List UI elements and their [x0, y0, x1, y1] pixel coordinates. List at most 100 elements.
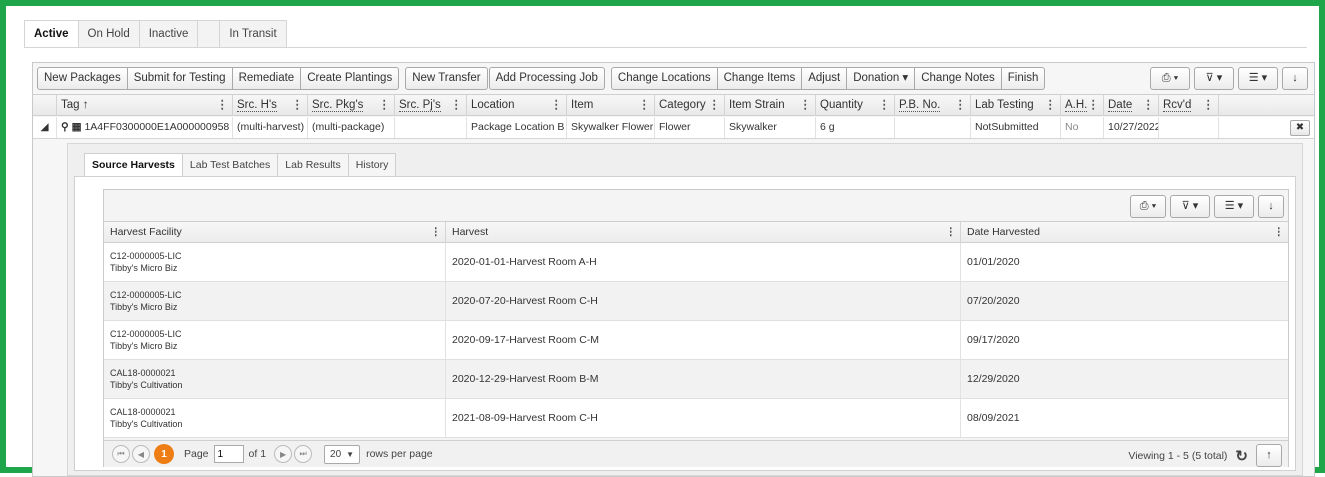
table-row[interactable]: C12-0000005-LIC Tibby's Micro Biz 2020-0…	[104, 321, 1288, 360]
column-header-src-packages[interactable]: Src. Pkg's ⋮	[308, 95, 395, 116]
tab-lab-test-batches[interactable]: Lab Test Batches	[182, 153, 279, 177]
tab-blank[interactable]	[198, 20, 221, 48]
column-header-item-strain[interactable]: Item Strain ⋮	[725, 95, 816, 116]
columns-icon[interactable]: ☰ ▾	[1238, 67, 1278, 90]
location-cell: Package Location B	[467, 117, 567, 138]
column-menu-icon[interactable]: ⋮	[1143, 95, 1155, 115]
upload-icon[interactable]: ↑	[1256, 444, 1282, 467]
column-menu-icon[interactable]: ⋮	[379, 95, 391, 115]
date-cell: 10/27/2022	[1104, 117, 1159, 138]
submit-for-testing-button[interactable]: Submit for Testing	[127, 67, 233, 90]
column-header-item[interactable]: Item ⋮	[567, 95, 655, 116]
new-transfer-button[interactable]: New Transfer	[405, 67, 488, 90]
column-menu-icon[interactable]: ⋮	[217, 95, 229, 115]
tab-history[interactable]: History	[348, 153, 397, 177]
rows-per-page-label: rows per page	[366, 448, 433, 460]
column-menu-icon[interactable]: ⋮	[292, 95, 304, 115]
source-harvests-grid: ⎙ ▾ ⊽ ▾ ☰ ▾ ↓ Harvest Facility ⋮ Harvest ⋮…	[103, 189, 1289, 467]
tab-lab-results[interactable]: Lab Results	[278, 153, 349, 177]
date-harvested-cell: 09/17/2020	[967, 334, 1020, 346]
columns-icon[interactable]: ☰ ▾	[1214, 195, 1254, 218]
column-menu-icon[interactable]: ⋮	[1045, 95, 1057, 115]
prev-page-icon[interactable]: ◀	[132, 445, 150, 463]
actions-toolbar: New Packages Submit for Testing Remediat…	[37, 67, 1046, 90]
inner-grid-body: C12-0000005-LIC Tibby's Micro Biz 2020-0…	[104, 243, 1288, 438]
table-row[interactable]: C12-0000005-LIC Tibby's Micro Biz 2020-0…	[104, 282, 1288, 321]
donation-dropdown-button[interactable]: Donation ▾	[847, 67, 916, 90]
close-icon[interactable]: ✖	[1290, 120, 1310, 136]
column-menu-icon[interactable]: ⋮	[1274, 222, 1285, 242]
filter-icon[interactable]: ⊽ ▾	[1170, 195, 1210, 218]
harvest-cell: 2020-12-29-Harvest Room B-M	[446, 360, 961, 398]
column-header-src-projects[interactable]: Src. Pj's ⋮	[395, 95, 467, 116]
first-page-icon[interactable]: ⏮	[112, 445, 130, 463]
tab-in-transit[interactable]: In Transit	[220, 20, 287, 48]
column-menu-icon[interactable]: ⋮	[955, 95, 967, 115]
filter-icon[interactable]: ⊽ ▾	[1194, 67, 1234, 90]
column-header-harvest-facility[interactable]: Harvest Facility ⋮	[104, 222, 446, 243]
change-notes-button[interactable]: Change Notes	[915, 67, 1002, 90]
column-menu-icon[interactable]: ⋮	[1203, 95, 1215, 115]
tab-on-hold[interactable]: On Hold	[78, 20, 140, 48]
tabs-divider	[24, 47, 1307, 48]
column-header-lab-testing[interactable]: Lab Testing ⋮	[971, 95, 1061, 116]
column-menu-icon[interactable]: ⋮	[431, 222, 442, 242]
package-tag: 1A4FF0300000E1A000000958	[84, 121, 230, 133]
column-header-date-harvested[interactable]: Date Harvested ⋮	[961, 222, 1288, 243]
table-row[interactable]: CAL18-0000021 Tibby's Cultivation 2021-0…	[104, 399, 1288, 438]
create-plantings-button[interactable]: Create Plantings	[301, 67, 400, 90]
column-header-tag[interactable]: Tag ↑ ⋮	[57, 95, 233, 116]
tab-source-harvests[interactable]: Source Harvests	[84, 153, 183, 177]
pager-right: Viewing 1 - 5 (5 total) ↻ ↑	[1128, 444, 1282, 467]
pagination-bar: ⏮ ◀ 1 Page of 1 ▶ ⏭ 20 ▼ rows per page	[104, 440, 1288, 467]
download-icon[interactable]: ↓	[1258, 195, 1284, 218]
column-menu-icon[interactable]: ⋮	[800, 95, 812, 115]
table-row[interactable]: ◢ ⚲ ▦ 1A4FF0300000E1A000000958 (multi-ha…	[33, 117, 1314, 139]
search-icon[interactable]: ⚲	[61, 121, 69, 133]
src-harvests-cell: (multi-harvest)	[233, 117, 308, 138]
column-header-pb-no[interactable]: P.B. No. ⋮	[895, 95, 971, 116]
printer-icon[interactable]: ⎙ ▾	[1130, 195, 1166, 218]
chevron-down-icon: ▼	[346, 449, 355, 459]
detail-tabs: Source Harvests Lab Test Batches Lab Res…	[84, 153, 397, 177]
column-header-harvest[interactable]: Harvest ⋮	[446, 222, 961, 243]
column-menu-icon[interactable]: ⋮	[946, 222, 957, 242]
column-menu-icon[interactable]: ⋮	[551, 95, 563, 115]
tab-active[interactable]: Active	[24, 20, 79, 48]
table-row[interactable]: CAL18-0000021 Tibby's Cultivation 2020-1…	[104, 360, 1288, 399]
adjust-button[interactable]: Adjust	[802, 67, 848, 90]
column-menu-icon[interactable]: ⋮	[451, 95, 463, 115]
column-menu-icon[interactable]: ⋮	[639, 95, 651, 115]
column-header-ah[interactable]: A.H. ⋮	[1061, 95, 1104, 116]
column-menu-icon[interactable]: ⋮	[709, 95, 721, 115]
download-icon[interactable]: ↓	[1282, 67, 1308, 90]
barcode-icon[interactable]: ▦	[72, 121, 82, 133]
column-header-location[interactable]: Location ⋮	[467, 95, 567, 116]
column-header-src-harvests[interactable]: Src. H's ⋮	[233, 95, 308, 116]
printer-icon[interactable]: ⎙ ▾	[1150, 67, 1190, 90]
column-menu-icon[interactable]: ⋮	[1088, 95, 1100, 115]
inner-grid-header: Harvest Facility ⋮ Harvest ⋮ Date Harveste…	[104, 221, 1288, 243]
collapse-row-icon[interactable]: ◢	[33, 117, 57, 138]
column-header-quantity[interactable]: Quantity ⋮	[816, 95, 895, 116]
finish-button[interactable]: Finish	[1001, 67, 1046, 90]
column-menu-icon[interactable]: ⋮	[879, 95, 891, 115]
rows-per-page-select[interactable]: 20 ▼	[324, 444, 361, 464]
change-items-button[interactable]: Change Items	[717, 67, 803, 90]
new-packages-button[interactable]: New Packages	[37, 67, 128, 90]
add-processing-job-button[interactable]: Add Processing Job	[488, 67, 605, 90]
page-number-input[interactable]	[213, 445, 244, 463]
column-header-date[interactable]: Date ⋮	[1104, 95, 1159, 116]
column-header-received[interactable]: Rcv'd ⋮	[1159, 95, 1219, 116]
column-header-category[interactable]: Category ⋮	[655, 95, 725, 116]
change-locations-button[interactable]: Change Locations	[610, 67, 718, 90]
column-header-actions	[1219, 95, 1314, 116]
table-row[interactable]: C12-0000005-LIC Tibby's Micro Biz 2020-0…	[104, 243, 1288, 282]
date-harvested-cell: 01/01/2020	[967, 256, 1020, 268]
remediate-button[interactable]: Remediate	[232, 67, 302, 90]
harvest-cell: 2021-08-09-Harvest Room C-H	[446, 399, 961, 437]
refresh-icon[interactable]: ↻	[1235, 447, 1248, 465]
tab-inactive[interactable]: Inactive	[139, 20, 199, 48]
next-page-icon[interactable]: ▶	[274, 445, 293, 463]
last-page-icon[interactable]: ⏭	[294, 445, 313, 463]
